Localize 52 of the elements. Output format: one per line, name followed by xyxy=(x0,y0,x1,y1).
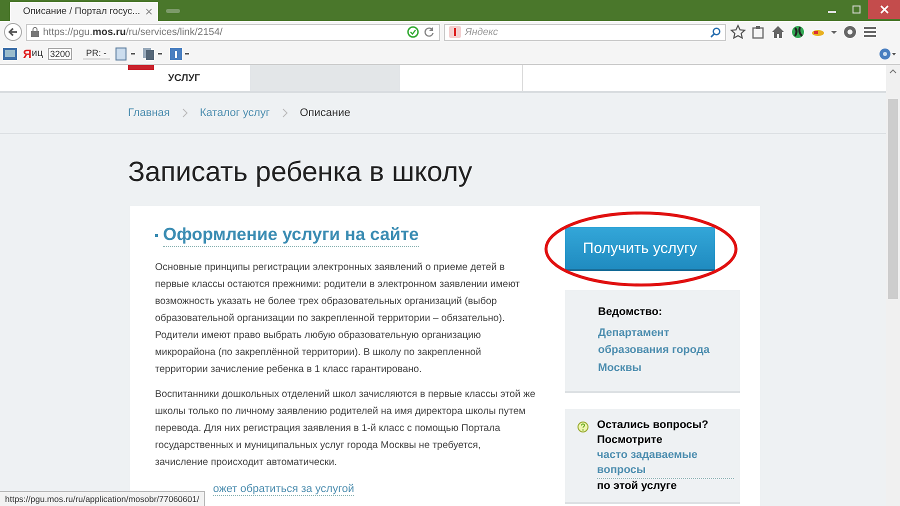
address-bar[interactable]: https://pgu.mos.ru/ru/services/link/2154/ xyxy=(26,24,440,40)
check-icon xyxy=(407,26,419,38)
window-icon[interactable] xyxy=(2,46,18,62)
service-link[interactable]: ожет обратиться за услугой xyxy=(213,483,354,496)
star-icon[interactable] xyxy=(730,24,746,40)
logo-mark xyxy=(128,65,154,70)
section-heading[interactable]: Оформление услуги на сайте xyxy=(163,224,419,247)
search-icon[interactable] xyxy=(710,26,721,38)
restore-button[interactable] xyxy=(852,5,860,14)
lock-icon xyxy=(31,27,39,37)
close-button[interactable] xyxy=(868,0,900,19)
paragraph: Основные принципы регистрации электронных заявлений о приеме детей в первые классы остаются прежними: родители в электронном заявлении имеют возможность указать не более трех образовательных организаций (выбор образовательной организации по закрепленной территории – обязательно). Родители имеют право выбрать любую образовательную организацию микрорайона (по закреплённой территории). В школу по закрепленной территории зачисление ребенка в 1 класс гарантировано. xyxy=(155,261,521,377)
help-icon xyxy=(577,421,589,433)
yandex-count: 3200 xyxy=(48,48,72,60)
yandex-label: иц xyxy=(32,48,43,59)
search-placeholder: Яндекс xyxy=(465,26,498,38)
get-service-button[interactable]: Получить услугу xyxy=(565,227,715,271)
page-title: Записать ребенка в школу xyxy=(127,155,474,189)
yandex-logo: Я xyxy=(23,46,32,60)
globe-icon[interactable] xyxy=(790,24,806,40)
chevron-icon xyxy=(282,108,288,118)
status-url: https://pgu.mos.ru/ru/application/mosobr/77060601/ xyxy=(0,491,206,506)
menu-icon[interactable] xyxy=(862,24,878,40)
pagerank-label: PR: - xyxy=(82,48,110,60)
breadcrumb-link[interactable]: Каталог услуг xyxy=(200,107,270,119)
info-tool-icon[interactable] xyxy=(168,46,190,60)
breadcrumb-link[interactable]: Главная xyxy=(128,107,170,119)
scrollbar-thumb[interactable] xyxy=(888,99,898,299)
clipboard-icon[interactable] xyxy=(750,24,766,40)
settings-icon[interactable] xyxy=(878,46,898,60)
faq-text: Остались вопросы? Посмотрите часто задаваемые вопросы по этой услуге xyxy=(597,418,734,494)
yandex-icon xyxy=(449,26,461,38)
faq-link[interactable]: часто задаваемые вопросы xyxy=(597,448,734,479)
url-text: https://pgu.mos.ru/ru/services/link/2154/ xyxy=(43,26,223,38)
back-button[interactable] xyxy=(4,23,22,41)
tab-close-button[interactable]: × xyxy=(145,5,153,18)
logo-text: УСЛУГ xyxy=(168,72,200,84)
paragraph: Воспитанники дошкольных отделений школ зачисляются в первые классы этой же школы только по личному заявлению родителей на имя директора школы путем перевода. Для них регистрация заявления в 1-й класс с помощью Портала государственных и муниципальных услуг города Москвы не требуется, зачисление происходит автоматически. xyxy=(155,388,536,470)
agency-label: Ведомство: xyxy=(598,306,662,318)
search-field[interactable]: Яндекс xyxy=(444,24,726,40)
arrow-icon xyxy=(8,27,18,37)
agency-link[interactable]: Департамент образования города Москвы xyxy=(598,324,730,377)
bullet-icon xyxy=(155,234,158,237)
tab-title: Описание / Портал госус... xyxy=(23,6,140,17)
home-icon[interactable] xyxy=(770,24,786,40)
scroll-up-icon[interactable] xyxy=(889,68,897,74)
page-tool-icon[interactable] xyxy=(114,46,136,60)
copy-tool-icon[interactable] xyxy=(142,46,164,60)
chevron-icon xyxy=(182,108,188,118)
close-icon xyxy=(880,5,888,14)
reload-icon[interactable] xyxy=(423,26,435,38)
browser-tab[interactable]: Описание / Портал госус... × xyxy=(10,2,158,21)
